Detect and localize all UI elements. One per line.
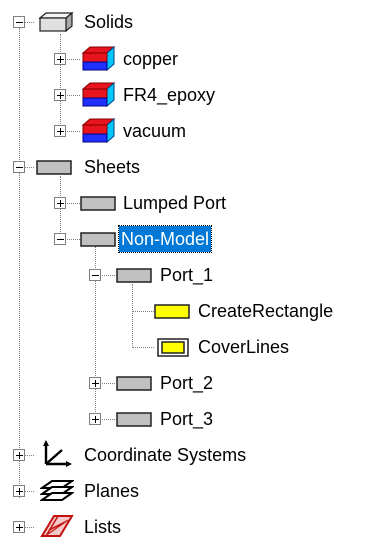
expand-toggle-fr4-epoxy[interactable] — [54, 89, 66, 101]
material-solid-icon — [81, 46, 116, 72]
tree-item-port-3[interactable]: Port_3 — [158, 406, 215, 432]
sheet-icon — [36, 160, 72, 175]
material-solid-icon — [81, 118, 116, 144]
tree-line — [132, 284, 133, 348]
tree-item-non-model[interactable]: Non-Model — [117, 225, 213, 253]
tree-item-lists[interactable]: Lists — [82, 514, 123, 540]
sheet-icon — [80, 232, 116, 247]
expand-toggle-port-3[interactable] — [89, 413, 101, 425]
collapse-toggle-sheets[interactable] — [13, 161, 25, 173]
tree-item-copper[interactable]: copper — [121, 46, 180, 72]
tree-item-port-2[interactable]: Port_2 — [158, 370, 215, 396]
tree-line — [19, 28, 20, 498]
tree-item-coordinate-systems[interactable]: Coordinate Systems — [82, 442, 248, 468]
expand-toggle-planes[interactable] — [13, 485, 25, 497]
expand-toggle-lumped-port[interactable] — [54, 197, 66, 209]
collapse-toggle-non-model[interactable] — [54, 233, 66, 245]
tree-item-create-rectangle[interactable]: CreateRectangle — [196, 298, 335, 324]
history-tree: Solids copper FR4_epoxy vacuum Sheets Lu… — [0, 0, 374, 540]
cover-lines-icon — [157, 338, 189, 357]
tree-item-vacuum[interactable]: vacuum — [121, 118, 188, 144]
tree-item-cover-lines[interactable]: CoverLines — [196, 334, 291, 360]
yellow-rectangle-icon — [154, 304, 190, 319]
expand-toggle-vacuum[interactable] — [54, 125, 66, 137]
tree-item-fr4-epoxy[interactable]: FR4_epoxy — [121, 82, 217, 108]
sheet-icon — [116, 376, 152, 391]
sheet-icon — [116, 268, 152, 283]
axes-icon — [43, 440, 72, 467]
expand-toggle-coordinate-systems[interactable] — [13, 449, 25, 461]
collapse-toggle-port-1[interactable] — [89, 269, 101, 281]
tree-item-planes[interactable]: Planes — [82, 478, 141, 504]
expand-toggle-copper[interactable] — [54, 53, 66, 65]
tree-item-solids[interactable]: Solids — [82, 9, 135, 35]
sheet-icon — [80, 196, 116, 211]
lists-icon — [40, 515, 74, 537]
expand-toggle-lists[interactable] — [13, 521, 25, 533]
material-solid-icon — [81, 82, 116, 108]
tree-item-sheets[interactable]: Sheets — [82, 154, 142, 180]
sheet-icon — [116, 412, 152, 427]
tree-line — [60, 34, 61, 132]
tree-item-port-1[interactable]: Port_1 — [158, 262, 215, 288]
tree-line — [132, 347, 154, 348]
expand-toggle-port-2[interactable] — [89, 377, 101, 389]
collapse-toggle-solids[interactable] — [13, 16, 25, 28]
planes-icon — [40, 480, 74, 501]
tree-line — [132, 311, 154, 312]
solid-box-icon — [38, 12, 74, 32]
tree-item-lumped-port[interactable]: Lumped Port — [121, 190, 228, 216]
